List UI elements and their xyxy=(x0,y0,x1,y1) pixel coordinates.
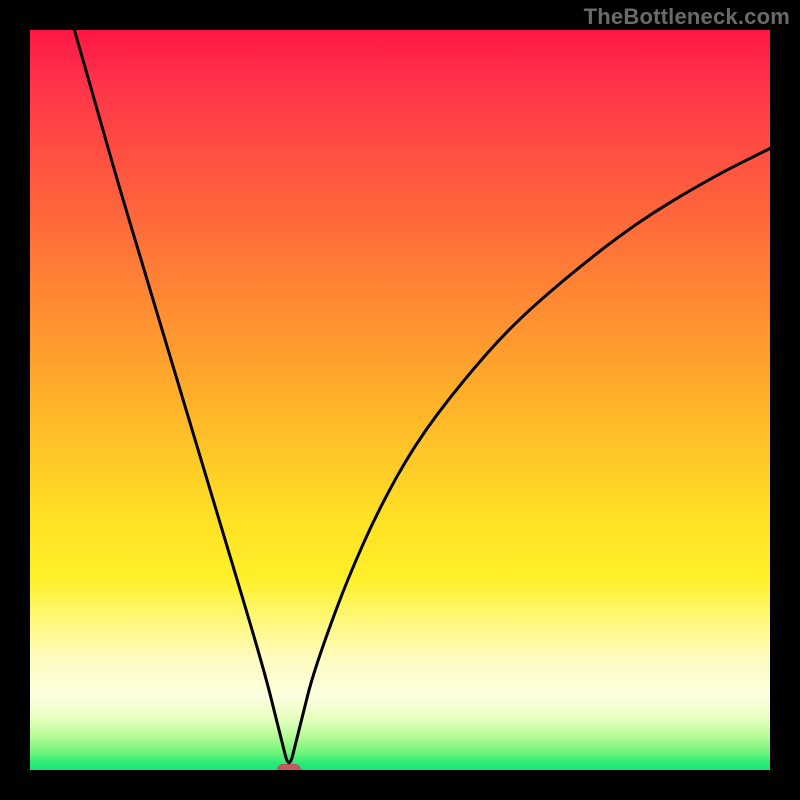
watermark-text: TheBottleneck.com xyxy=(584,4,790,30)
chart-frame: TheBottleneck.com xyxy=(0,0,800,800)
curve-layer xyxy=(30,30,770,770)
optimum-marker xyxy=(277,764,301,770)
plot-area xyxy=(30,30,770,770)
bottleneck-curve xyxy=(74,30,770,763)
